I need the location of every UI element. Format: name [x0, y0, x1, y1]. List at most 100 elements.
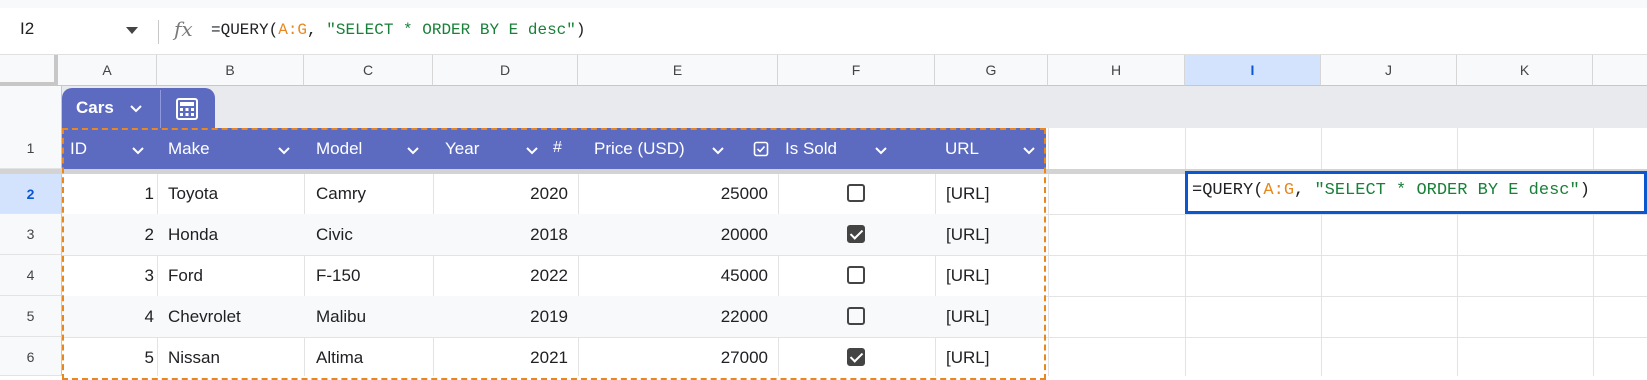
table-header-label: Price (USD) [594, 139, 685, 158]
checkbox[interactable] [847, 307, 865, 325]
cell-price[interactable]: 45000 [578, 266, 768, 286]
table-header-year[interactable]: Year # [433, 128, 578, 169]
table-header-id[interactable]: ID [62, 128, 157, 169]
table-header-label: ID [70, 139, 87, 158]
column-header-k[interactable]: K [1457, 55, 1593, 86]
name-box[interactable]: I2 [20, 19, 34, 39]
cell-url[interactable]: [URL] [946, 184, 989, 204]
number-type-icon: # [553, 139, 562, 156]
checkbox[interactable] [847, 184, 865, 202]
cell-price[interactable]: 27000 [578, 348, 768, 368]
cell-model[interactable]: Malibu [316, 307, 366, 327]
chevron-down-icon[interactable] [873, 142, 889, 158]
table-header-label: Model [316, 139, 363, 158]
table-header-price[interactable]: Price (USD) [578, 128, 778, 169]
cell-year[interactable]: 2018 [433, 225, 568, 245]
column-header-j[interactable]: J [1321, 55, 1457, 86]
cell-model[interactable]: Camry [316, 184, 366, 204]
active-cell-formula[interactable]: =QUERY(A:G, "SELECT * ORDER BY E desc") [1192, 181, 1590, 200]
cell-url[interactable]: [URL] [946, 266, 989, 286]
table-header-label: Is Sold [785, 139, 837, 158]
table-header-label: Year [445, 139, 480, 158]
calculator-icon[interactable] [175, 97, 199, 121]
column-header-e[interactable]: E [578, 55, 778, 86]
column-header-c[interactable]: C [304, 55, 433, 86]
top-strip [0, 0, 1647, 8]
formula-separator: , [1294, 181, 1315, 200]
cell-model[interactable]: Altima [316, 348, 363, 368]
column-header-d[interactable]: D [433, 55, 578, 86]
cell-id[interactable]: 5 [62, 348, 154, 368]
row-header-6[interactable]: 6 [0, 337, 62, 376]
chevron-down-icon[interactable] [524, 142, 540, 158]
formula-prefix: =QUERY( [1192, 181, 1264, 200]
cell-id[interactable]: 2 [62, 225, 154, 245]
table-header-make[interactable]: Make [157, 128, 304, 169]
active-cell-editor[interactable]: =QUERY(A:G, "SELECT * ORDER BY E desc") [1185, 171, 1647, 214]
formula-suffix: ) [1579, 181, 1590, 200]
cell-url[interactable]: [URL] [946, 225, 989, 245]
table-header-label: URL [945, 139, 980, 158]
table-name: Cars [76, 98, 114, 117]
cell-id[interactable]: 4 [62, 307, 154, 327]
row-header-3[interactable]: 3 [0, 214, 62, 255]
table-header-url[interactable]: URL [935, 128, 1046, 169]
formula-input[interactable]: =QUERY(A:G, "SELECT * ORDER BY E desc") [211, 21, 585, 39]
column-header-l[interactable] [1593, 55, 1647, 86]
table-header-label: Make [168, 139, 210, 158]
column-header-a[interactable]: A [58, 55, 157, 86]
chevron-down-icon[interactable] [130, 142, 146, 158]
chevron-down-icon[interactable] [128, 100, 144, 116]
cell-id[interactable]: 1 [62, 184, 154, 204]
cell-make[interactable]: Ford [168, 266, 203, 286]
cell-price[interactable]: 22000 [578, 307, 768, 327]
row-header-2[interactable]: 2 [0, 174, 62, 214]
cell-make[interactable]: Toyota [168, 184, 218, 204]
chevron-down-icon[interactable] [405, 142, 421, 158]
column-header-i[interactable]: I [1185, 55, 1321, 86]
cell-year[interactable]: 2021 [433, 348, 568, 368]
column-header-b[interactable]: B [157, 55, 304, 86]
checkbox[interactable] [847, 266, 865, 284]
formula-range-ref: A:G [278, 21, 308, 39]
name-box-dropdown-icon[interactable] [126, 27, 138, 34]
chevron-down-icon[interactable] [276, 142, 292, 158]
checkbox-type-icon [753, 141, 769, 157]
cell-model[interactable]: Civic [316, 225, 353, 245]
column-header-f[interactable]: F [778, 55, 935, 86]
cell-id[interactable]: 3 [62, 266, 154, 286]
formula-bar-divider [158, 20, 159, 44]
cell-make[interactable]: Chevrolet [168, 307, 241, 327]
checkbox-checked[interactable] [847, 225, 865, 243]
cell-year[interactable]: 2020 [433, 184, 568, 204]
row-header-5[interactable]: 5 [0, 296, 62, 337]
cell-url[interactable]: [URL] [946, 348, 989, 368]
table-header-is-sold[interactable]: Is Sold [778, 128, 935, 169]
select-all-corner[interactable] [0, 55, 58, 86]
cell-price[interactable]: 20000 [578, 225, 768, 245]
cell-year[interactable]: 2022 [433, 266, 568, 286]
row-header-4[interactable]: 4 [0, 255, 62, 296]
cell-make[interactable]: Nissan [168, 348, 220, 368]
chevron-down-icon[interactable] [1021, 142, 1037, 158]
table-tab-divider [160, 90, 161, 128]
formula-separator: , [307, 21, 327, 39]
formula-range-ref: A:G [1263, 181, 1295, 200]
chevron-down-icon[interactable] [710, 142, 726, 158]
cell-price[interactable]: 25000 [578, 184, 768, 204]
formula-string: "SELECT * ORDER BY E desc" [326, 21, 576, 39]
column-header-h[interactable]: H [1048, 55, 1185, 86]
fx-icon: fx [174, 17, 193, 41]
row-header-1[interactable]: 1 [0, 128, 62, 169]
formula-bar: I2 fx =QUERY(A:G, "SELECT * ORDER BY E d… [0, 8, 1647, 55]
table-tab-strip [62, 86, 1647, 128]
cell-model[interactable]: F-150 [316, 266, 360, 286]
checkbox-checked[interactable] [847, 348, 865, 366]
column-header-g[interactable]: G [935, 55, 1048, 86]
cell-make[interactable]: Honda [168, 225, 218, 245]
cell-url[interactable]: [URL] [946, 307, 989, 327]
table-header-model[interactable]: Model [304, 128, 433, 169]
table-name-tab[interactable]: Cars [62, 88, 215, 128]
cell-year[interactable]: 2019 [433, 307, 568, 327]
table-header-row: ID Make Model Year # Price (USD) Is Sold… [62, 128, 1046, 169]
